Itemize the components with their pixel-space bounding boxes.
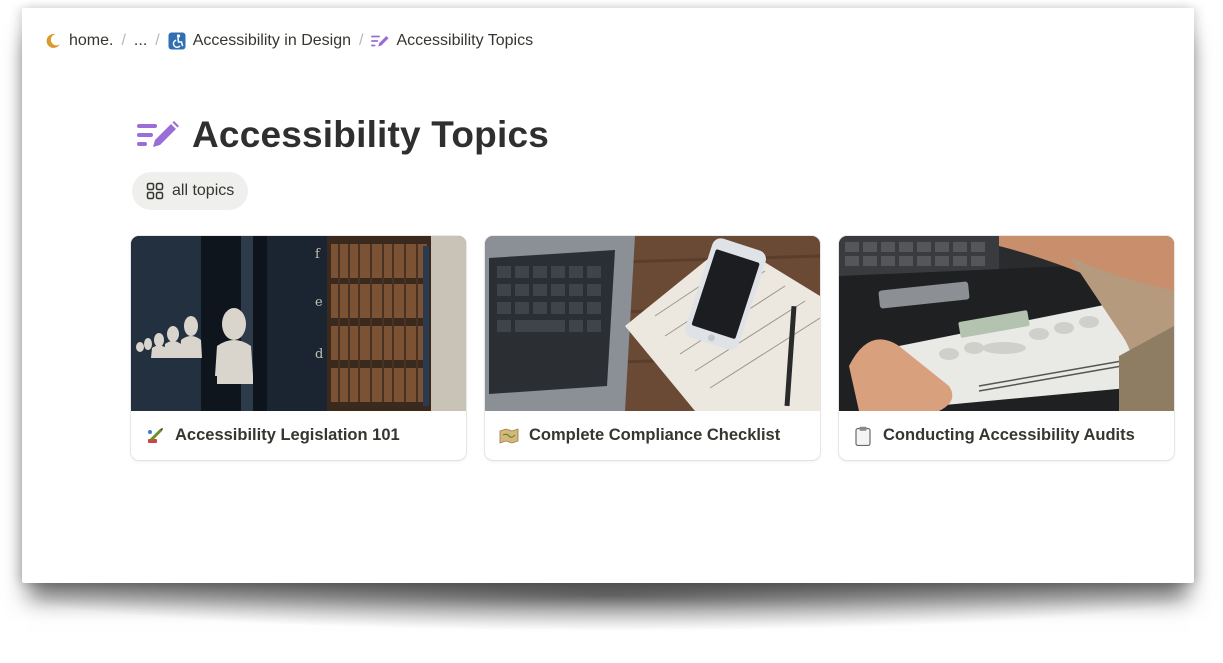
card-caption: Accessibility Legislation 101 xyxy=(131,411,466,460)
edit-list-icon xyxy=(371,32,390,50)
gallery-card[interactable]: Complete Compliance Checklist xyxy=(485,236,820,460)
breadcrumb-accessibility-topics-label: Accessibility Topics xyxy=(396,32,534,49)
breadcrumb-home[interactable]: home. xyxy=(40,30,117,52)
breadcrumb: home. / ... / Accessibility in Design / xyxy=(40,28,537,54)
gallery-card[interactable]: Conducting Accessibility Audits xyxy=(839,236,1174,460)
breadcrumb-separator: / xyxy=(359,32,364,49)
library-busts-photo: f e d xyxy=(131,236,466,411)
breadcrumb-accessibility-in-design-label: Accessibility in Design xyxy=(192,32,351,49)
accessibility-icon xyxy=(168,32,186,50)
gallery-view: f e d Accessibility Legislation 101 Comp… xyxy=(131,236,1174,460)
view-tab-label: all topics xyxy=(172,182,235,199)
breadcrumb-separator: / xyxy=(121,32,126,49)
crescent-moon-icon xyxy=(44,32,62,50)
breadcrumb-home-label: home. xyxy=(69,32,114,49)
breadcrumb-ellipsis[interactable]: ... xyxy=(130,30,151,52)
page-title: Accessibility Topics xyxy=(192,114,549,155)
braille-display-photo xyxy=(839,236,1174,411)
card-caption: Complete Compliance Checklist xyxy=(485,411,820,460)
page-header: Accessibility Topics xyxy=(136,114,549,156)
breadcrumb-ellipsis-label: ... xyxy=(133,32,148,49)
page-window: home. / ... / Accessibility in Design / xyxy=(22,8,1194,583)
scales-pen-icon xyxy=(145,426,165,446)
card-title: Accessibility Legislation 101 xyxy=(175,426,400,444)
gallery-grid-icon xyxy=(146,182,164,200)
breadcrumb-accessibility-in-design[interactable]: Accessibility in Design xyxy=(164,30,355,52)
card-title: Complete Compliance Checklist xyxy=(529,426,781,444)
svg-text:e: e xyxy=(315,295,323,310)
view-tab-all-topics[interactable]: all topics xyxy=(132,172,249,210)
laptop-phone-desk-photo xyxy=(485,236,820,411)
breadcrumb-accessibility-topics[interactable]: Accessibility Topics xyxy=(367,30,537,52)
edit-list-icon[interactable] xyxy=(136,115,180,155)
map-scroll-icon xyxy=(499,426,519,446)
gallery-card[interactable]: f e d Accessibility Legislation 101 xyxy=(131,236,466,460)
breadcrumb-separator: / xyxy=(155,32,160,49)
svg-text:d: d xyxy=(315,347,323,362)
card-caption: Conducting Accessibility Audits xyxy=(839,411,1174,460)
clipboard-icon xyxy=(853,426,873,446)
card-title: Conducting Accessibility Audits xyxy=(883,426,1135,444)
